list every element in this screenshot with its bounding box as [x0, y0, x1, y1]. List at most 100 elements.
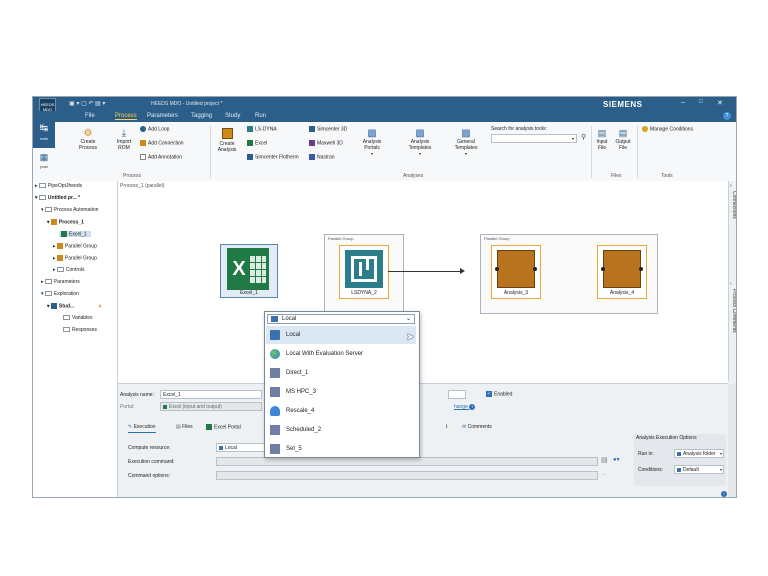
- execution-command-input[interactable]: [216, 457, 598, 466]
- analysis-name-input-right[interactable]: [448, 390, 466, 399]
- tree-node-parallel-group-2[interactable]: ▸ Parallel Group: [53, 255, 97, 261]
- process-comments-panel-tab[interactable]: Process Comments: [731, 289, 736, 333]
- dropdown-option-mshpc3[interactable]: MS HPC_3: [266, 383, 416, 401]
- add-connection-button[interactable]: Add Connection: [140, 140, 184, 146]
- lsdyna-node-label: LSDYNA_2: [351, 290, 377, 296]
- portal-lsdyna[interactable]: LS-DYNA: [247, 126, 277, 132]
- close-icon[interactable]: ✕: [717, 99, 723, 107]
- excel-icon: [163, 404, 167, 409]
- run-in-select[interactable]: Analysis folder ▾: [674, 449, 724, 458]
- tree-node-process-automation[interactable]: ▾ Process Automation: [41, 207, 98, 213]
- tree-node-excel1[interactable]: Excel_1: [59, 231, 91, 238]
- parallel-group-icon: [56, 255, 63, 261]
- dropdown-option-set5[interactable]: Set_5: [266, 440, 416, 458]
- change-portal-link[interactable]: hange ?: [454, 404, 476, 410]
- menu-file[interactable]: File: [85, 113, 95, 119]
- tree-node-study[interactable]: ▾ Stud... ▲: [47, 303, 103, 309]
- lsdyna-node[interactable]: LSDYNA_2: [339, 245, 389, 299]
- parallel-group-2[interactable]: Parallel Group Analysis_3 Analysis_4: [480, 234, 658, 314]
- tree-node-controls[interactable]: ▸ Controls: [53, 267, 85, 273]
- manage-conditions-button[interactable]: Manage Conditions: [642, 126, 693, 132]
- portal-nastran[interactable]: Nastran: [309, 154, 335, 160]
- portal-excel[interactable]: Excel: [247, 140, 267, 146]
- menu-process[interactable]: Process: [115, 113, 137, 120]
- parallel-group-1-label: Parallel Group: [328, 236, 354, 241]
- portal-flotherm[interactable]: Simcenter Flotherm: [247, 154, 299, 160]
- search-input[interactable]: ▾: [491, 134, 577, 143]
- dropdown-option-rescale4[interactable]: Rescale_4: [266, 402, 416, 420]
- files-icon: ▤: [176, 424, 181, 430]
- mdo-mode-button[interactable]: ↹ mdo: [33, 122, 55, 148]
- menu-run[interactable]: Run: [255, 113, 266, 119]
- expand-icon[interactable]: …: [601, 471, 606, 477]
- dropdown-option-local-eval-server[interactable]: Local With Evaluation Server: [266, 345, 416, 363]
- menu-tagging[interactable]: Tagging: [191, 113, 212, 119]
- window-title: HEEDS MDO - Untitled project *: [151, 101, 223, 107]
- connection-arrow[interactable]: [388, 271, 462, 272]
- tree-node-untitled[interactable]: ▾ Untitled pr... *: [35, 195, 80, 201]
- portal-maxwell[interactable]: Maxwell 3D: [309, 140, 343, 146]
- chevron-left-icon[interactable]: ‹: [730, 281, 732, 287]
- checkbox-checked-icon: ✓: [486, 391, 492, 397]
- parallel-group-icon: [56, 243, 63, 249]
- add-loop-button[interactable]: Add Loop: [140, 126, 169, 132]
- tree-node-label: Exploration: [53, 291, 79, 297]
- status-info-icon[interactable]: i: [721, 491, 727, 497]
- excel-node[interactable]: X Excel_1: [220, 244, 278, 298]
- input-file-button[interactable]: ▤ Input File: [594, 128, 610, 151]
- tree-node-variables[interactable]: Variables: [63, 315, 92, 321]
- command-options-input[interactable]: [216, 471, 598, 480]
- tree-node-pipeopt[interactable]: ▸ PipeOptJheeds: [35, 183, 82, 189]
- analysis4-node[interactable]: Analysis_4: [597, 245, 647, 299]
- analysis-templates-button[interactable]: ▩ Analysis Templates ▾: [405, 128, 435, 156]
- general-templates-button[interactable]: ▩ General Templates ▾: [451, 128, 481, 156]
- import-rom-button[interactable]: ⤓ Import ROM: [113, 128, 135, 151]
- search-icon[interactable]: ⚲: [581, 133, 586, 141]
- tab-comments[interactable]: ✉ Comments: [462, 424, 492, 430]
- dropdown-option-scheduled2[interactable]: Scheduled_2: [266, 421, 416, 439]
- connections-panel-tab[interactable]: Connections: [731, 191, 736, 219]
- help-icon[interactable]: ?: [723, 112, 731, 120]
- maximize-icon[interactable]: □: [699, 99, 703, 105]
- portal-lsdyna-label: LS-DYNA: [255, 126, 277, 133]
- chevron-down-icon: ▾: [464, 151, 467, 156]
- menu-study[interactable]: Study: [225, 113, 240, 119]
- tree-node-process1[interactable]: ▾ Process_1: [47, 219, 84, 225]
- add-annotation-button[interactable]: Add Annotation: [140, 154, 182, 160]
- tree-node-parallel-group-1[interactable]: ▸ Parallel Group: [53, 243, 97, 249]
- option-label: Direct_1: [286, 370, 309, 376]
- output-file-button[interactable]: ▤ Output File: [614, 128, 632, 151]
- dropdown-option-direct1[interactable]: Direct_1: [266, 364, 416, 382]
- tab-execution[interactable]: ✎ Execution: [128, 424, 156, 433]
- conditions-icon: [642, 126, 648, 132]
- chevron-left-icon[interactable]: ‹: [730, 183, 732, 189]
- tree-node-exploration[interactable]: ▾ Exploration: [41, 291, 79, 297]
- dropdown-header[interactable]: Local ⌄: [267, 314, 415, 324]
- create-analysis-button[interactable]: Create Analysis: [215, 128, 239, 153]
- parallel-group-1[interactable]: Parallel Group LSDYNA_2: [324, 234, 404, 314]
- tree-node-parameters[interactable]: ▸ Parameters: [41, 279, 80, 285]
- help-dropdown-icon[interactable]: ●▾: [613, 456, 620, 463]
- compute-resource-dropdown[interactable]: Local ⌄ Local ➤ Local With Evaluation Se…: [264, 311, 420, 458]
- analysis3-node[interactable]: Analysis_3: [491, 245, 541, 299]
- create-process-button[interactable]: ⚙ Create Process: [75, 128, 101, 151]
- dropdown-option-local[interactable]: Local ➤: [266, 326, 416, 344]
- tab-excel-portal[interactable]: Excel Portal: [206, 424, 241, 430]
- tab-files[interactable]: ▤ Files: [176, 424, 193, 430]
- conditions-select[interactable]: Default ▾: [674, 465, 724, 474]
- analysis-name-input[interactable]: Excel_1: [160, 390, 262, 399]
- tab-partial[interactable]: t: [446, 424, 447, 430]
- portal-simcenter3d[interactable]: Simcenter 3D: [309, 126, 347, 132]
- enabled-checkbox[interactable]: ✓ Enabled: [486, 391, 512, 397]
- post-mode-button[interactable]: ▦ post: [33, 150, 55, 176]
- bottom-scrollbar[interactable]: [728, 384, 736, 497]
- process-canvas[interactable]: Process_1 (parallel) X Excel_1 Parallel …: [118, 181, 728, 384]
- quick-access-icons[interactable]: ▣ ▾ ▢ ↶ ▤ ▾: [69, 100, 105, 107]
- run-in-value: Analysis folder: [683, 451, 716, 457]
- menu-parameters[interactable]: Parameters: [147, 113, 178, 119]
- analysis-portals-button[interactable]: ▩ Analysis Portals ▾: [359, 128, 385, 156]
- tab-label: Excel Portal: [214, 424, 241, 431]
- folder-open-icon[interactable]: ▤: [601, 456, 608, 464]
- tree-node-responses[interactable]: Responses: [63, 327, 97, 333]
- minimize-icon[interactable]: –: [681, 99, 685, 106]
